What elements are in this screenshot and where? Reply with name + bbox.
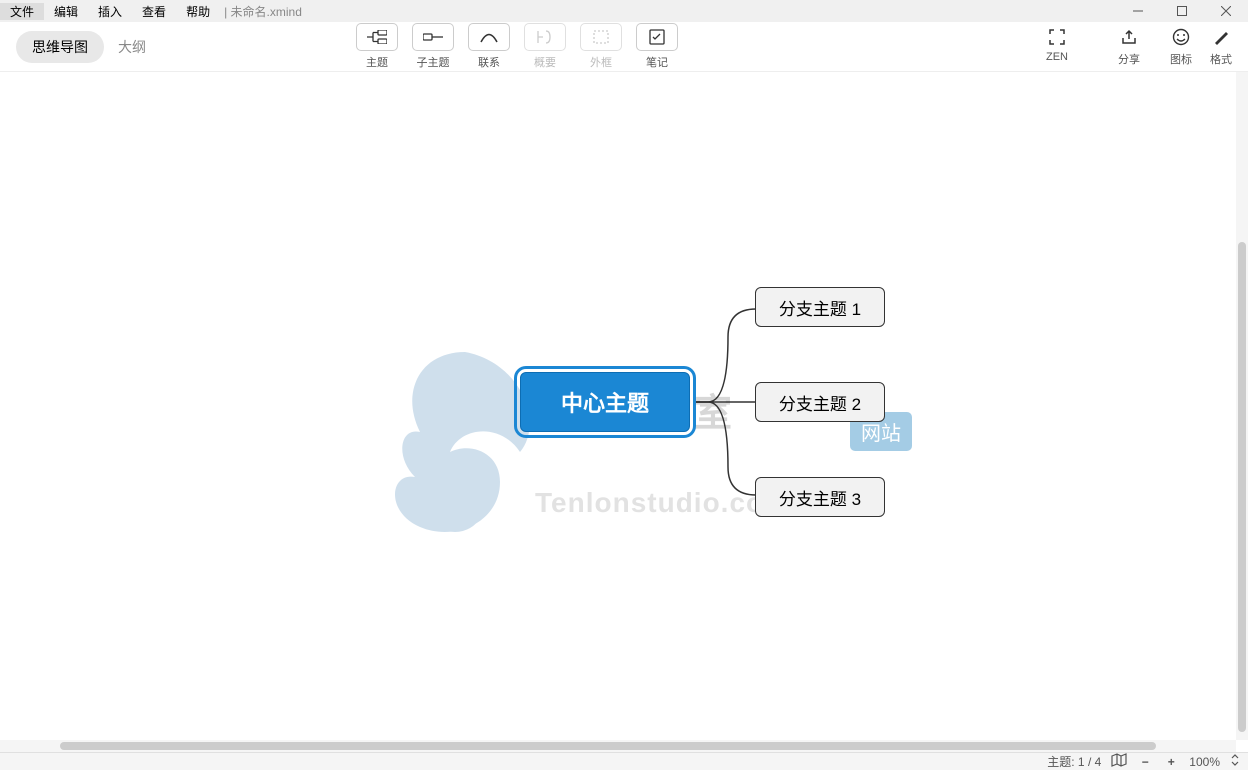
subtopic-button[interactable]: 子主题	[412, 23, 454, 70]
branch-topic-2[interactable]: 分支主题 2	[755, 382, 885, 422]
status-bar: 主题: 1 / 4 − + 100%	[0, 752, 1248, 770]
topic-count-label: 主题: 1 / 4	[1047, 753, 1101, 770]
menu-help[interactable]: 帮助	[176, 3, 220, 20]
smiley-icon	[1170, 26, 1192, 48]
horizontal-scrollbar[interactable]	[0, 740, 1236, 752]
menu-edit[interactable]: 编辑	[44, 3, 88, 20]
boundary-button[interactable]: 外框	[580, 23, 622, 70]
zoom-level-label[interactable]: 100%	[1189, 755, 1220, 769]
topic-icon	[356, 23, 398, 51]
share-button[interactable]: 分享	[1118, 26, 1140, 67]
view-outline-button[interactable]: 大纲	[118, 37, 146, 57]
filename-label: | 未命名.xmind	[224, 3, 302, 20]
zen-button[interactable]: ZEN	[1046, 26, 1068, 67]
menu-insert[interactable]: 插入	[88, 3, 132, 20]
brush-icon	[1210, 26, 1232, 48]
minimize-button[interactable]	[1116, 0, 1160, 22]
menu-file[interactable]: 文件	[0, 3, 44, 20]
notes-button[interactable]: 笔记	[636, 23, 678, 70]
connectors	[690, 287, 760, 517]
fullscreen-icon	[1046, 26, 1068, 48]
share-icon	[1118, 26, 1140, 48]
zoom-dropdown-icon[interactable]	[1230, 754, 1240, 769]
watermark-url: Tenlonstudio.com	[535, 487, 790, 519]
vertical-scrollbar[interactable]	[1236, 72, 1248, 740]
relation-button[interactable]: 联系	[468, 23, 510, 70]
summary-button[interactable]: 概要	[524, 23, 566, 70]
boundary-icon	[580, 23, 622, 51]
subtopic-icon	[412, 23, 454, 51]
branch-topic-3[interactable]: 分支主题 3	[755, 477, 885, 517]
topic-button[interactable]: 主题	[356, 23, 398, 70]
central-topic[interactable]: 中心主题	[520, 372, 690, 432]
close-button[interactable]	[1204, 0, 1248, 22]
markers-button[interactable]: 图标	[1170, 26, 1192, 67]
notes-icon	[636, 23, 678, 51]
format-button[interactable]: 格式	[1210, 26, 1232, 67]
relation-icon	[468, 23, 510, 51]
canvas[interactable]: 腾龙工作室 网站 Tenlonstudio.com 中心主题 分支主题 1 分支…	[0, 72, 1236, 740]
zoom-out-button[interactable]: −	[1137, 755, 1153, 769]
summary-icon	[524, 23, 566, 51]
maximize-button[interactable]	[1160, 0, 1204, 22]
map-overview-icon[interactable]	[1111, 753, 1127, 770]
zoom-in-button[interactable]: +	[1163, 755, 1179, 769]
branch-topic-1[interactable]: 分支主题 1	[755, 287, 885, 327]
menu-view[interactable]: 查看	[132, 3, 176, 20]
title-bar: 文件 编辑 插入 查看 帮助 | 未命名.xmind	[0, 0, 1248, 22]
view-mindmap-button[interactable]: 思维导图	[16, 31, 104, 63]
toolbar: 思维导图 大纲 主题 子主题 联系 概要 外框 笔记 Z	[0, 22, 1248, 72]
